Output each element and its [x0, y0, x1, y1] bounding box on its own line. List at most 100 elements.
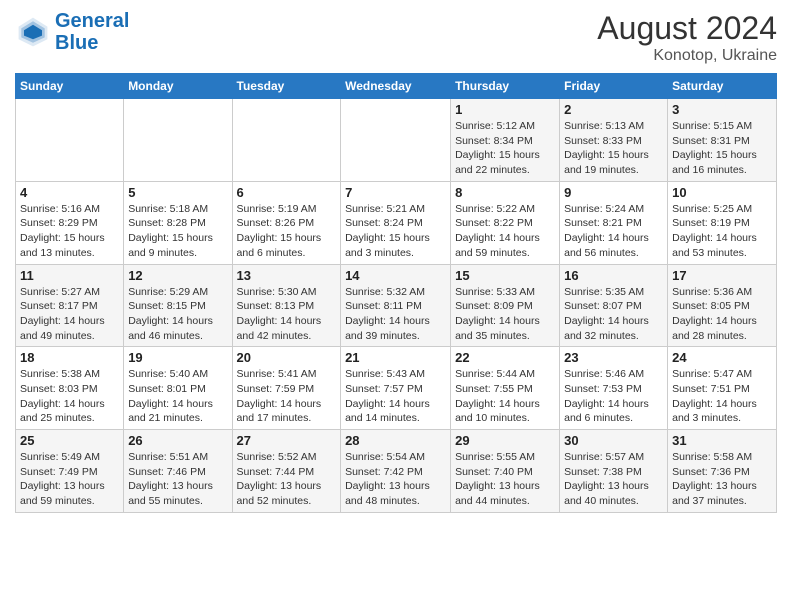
- calendar-cell: 20Sunrise: 5:41 AM Sunset: 7:59 PM Dayli…: [232, 347, 341, 430]
- day-number: 20: [237, 350, 337, 365]
- day-info: Sunrise: 5:55 AM Sunset: 7:40 PM Dayligh…: [455, 450, 555, 509]
- day-info: Sunrise: 5:57 AM Sunset: 7:38 PM Dayligh…: [564, 450, 663, 509]
- day-info: Sunrise: 5:47 AM Sunset: 7:51 PM Dayligh…: [672, 367, 772, 426]
- day-number: 8: [455, 185, 555, 200]
- day-info: Sunrise: 5:54 AM Sunset: 7:42 PM Dayligh…: [345, 450, 446, 509]
- day-info: Sunrise: 5:51 AM Sunset: 7:46 PM Dayligh…: [128, 450, 227, 509]
- week-row-3: 11 Sunrise: 5:27 AM Sunset: 8:17 PM Dayli…: [16, 264, 777, 347]
- calendar-cell: 7 Sunrise: 5:21 AM Sunset: 8:24 PM Daylig…: [341, 181, 451, 264]
- calendar-cell: 15Sunrise: 5:33 AM Sunset: 8:09 PM Dayli…: [451, 264, 560, 347]
- day-number: 25: [20, 433, 119, 448]
- day-info: Sunrise: 5:30 AM Sunset: 8:13 PM Dayligh…: [237, 285, 337, 344]
- day-info: Sunrise: 5:13 AM Sunset: 8:33 PM Dayligh…: [564, 119, 663, 178]
- calendar-cell: 2 Sunrise: 5:13 AM Sunset: 8:33 PM Daylig…: [560, 99, 668, 182]
- day-info: Sunrise: 5:33 AM Sunset: 8:09 PM Dayligh…: [455, 285, 555, 344]
- day-number: 27: [237, 433, 337, 448]
- day-info: Sunrise: 5:12 AM Sunset: 8:34 PM Dayligh…: [455, 119, 555, 178]
- calendar-cell: 22 Sunrise: 5:44 AM Sunset: 7:55 PM Dayli…: [451, 347, 560, 430]
- calendar-cell: 19 Sunrise: 5:40 AM Sunset: 8:01 PM Dayli…: [124, 347, 232, 430]
- week-row-1: 1 Sunrise: 5:12 AM Sunset: 8:34 PM Daylig…: [16, 99, 777, 182]
- day-number: 2: [564, 102, 663, 117]
- calendar-cell: 8 Sunrise: 5:22 AM Sunset: 8:22 PM Daylig…: [451, 181, 560, 264]
- calendar-cell: 5Sunrise: 5:18 AM Sunset: 8:28 PM Daylig…: [124, 181, 232, 264]
- week-row-4: 18Sunrise: 5:38 AM Sunset: 8:03 PM Dayli…: [16, 347, 777, 430]
- calendar-cell: 25 Sunrise: 5:49 AM Sunset: 7:49 PM Dayli…: [16, 430, 124, 513]
- title-block: August 2024 Konotop, Ukraine: [597, 10, 777, 65]
- week-row-5: 25 Sunrise: 5:49 AM Sunset: 7:49 PM Dayli…: [16, 430, 777, 513]
- day-info: Sunrise: 5:15 AM Sunset: 8:31 PM Dayligh…: [672, 119, 772, 178]
- calendar-cell: 27 Sunrise: 5:52 AM Sunset: 7:44 PM Dayli…: [232, 430, 341, 513]
- header-tuesday: Tuesday: [232, 74, 341, 99]
- day-number: 4: [20, 185, 119, 200]
- calendar-cell: [232, 99, 341, 182]
- calendar-cell: 13Sunrise: 5:30 AM Sunset: 8:13 PM Dayli…: [232, 264, 341, 347]
- calendar-cell: 30 Sunrise: 5:57 AM Sunset: 7:38 PM Dayli…: [560, 430, 668, 513]
- day-number: 16: [564, 268, 663, 283]
- calendar-cell: 6Sunrise: 5:19 AM Sunset: 8:26 PM Daylig…: [232, 181, 341, 264]
- day-info: Sunrise: 5:49 AM Sunset: 7:49 PM Dayligh…: [20, 450, 119, 509]
- calendar-cell: 21Sunrise: 5:43 AM Sunset: 7:57 PM Dayli…: [341, 347, 451, 430]
- calendar-cell: 31 Sunrise: 5:58 AM Sunset: 7:36 PM Dayli…: [668, 430, 777, 513]
- page-title: August 2024: [597, 10, 777, 47]
- day-number: 22: [455, 350, 555, 365]
- calendar-header-row: SundayMondayTuesdayWednesdayThursdayFrid…: [16, 74, 777, 99]
- calendar-cell: 1 Sunrise: 5:12 AM Sunset: 8:34 PM Daylig…: [451, 99, 560, 182]
- calendar-cell: 16 Sunrise: 5:35 AM Sunset: 8:07 PM Dayli…: [560, 264, 668, 347]
- day-info: Sunrise: 5:46 AM Sunset: 7:53 PM Dayligh…: [564, 367, 663, 426]
- day-number: 31: [672, 433, 772, 448]
- calendar-cell: 17 Sunrise: 5:36 AM Sunset: 8:05 PM Dayli…: [668, 264, 777, 347]
- calendar-cell: 26 Sunrise: 5:51 AM Sunset: 7:46 PM Dayli…: [124, 430, 232, 513]
- day-info: Sunrise: 5:29 AM Sunset: 8:15 PM Dayligh…: [128, 285, 227, 344]
- day-number: 10: [672, 185, 772, 200]
- day-number: 19: [128, 350, 227, 365]
- day-info: Sunrise: 5:44 AM Sunset: 7:55 PM Dayligh…: [455, 367, 555, 426]
- day-number: 28: [345, 433, 446, 448]
- day-info: Sunrise: 5:21 AM Sunset: 8:24 PM Dayligh…: [345, 202, 446, 261]
- calendar-cell: 14Sunrise: 5:32 AM Sunset: 8:11 PM Dayli…: [341, 264, 451, 347]
- day-info: Sunrise: 5:25 AM Sunset: 8:19 PM Dayligh…: [672, 202, 772, 261]
- day-number: 9: [564, 185, 663, 200]
- day-number: 11: [20, 268, 119, 283]
- header-sunday: Sunday: [16, 74, 124, 99]
- header-thursday: Thursday: [451, 74, 560, 99]
- logo: General Blue: [15, 10, 129, 54]
- calendar-cell: 3 Sunrise: 5:15 AM Sunset: 8:31 PM Daylig…: [668, 99, 777, 182]
- day-info: Sunrise: 5:52 AM Sunset: 7:44 PM Dayligh…: [237, 450, 337, 509]
- header-friday: Friday: [560, 74, 668, 99]
- header-saturday: Saturday: [668, 74, 777, 99]
- week-row-2: 4Sunrise: 5:16 AM Sunset: 8:29 PM Daylig…: [16, 181, 777, 264]
- day-info: Sunrise: 5:38 AM Sunset: 8:03 PM Dayligh…: [20, 367, 119, 426]
- logo-icon: [15, 14, 51, 50]
- day-info: Sunrise: 5:36 AM Sunset: 8:05 PM Dayligh…: [672, 285, 772, 344]
- calendar-table: SundayMondayTuesdayWednesdayThursdayFrid…: [15, 73, 777, 513]
- day-number: 30: [564, 433, 663, 448]
- day-number: 3: [672, 102, 772, 117]
- day-number: 7: [345, 185, 446, 200]
- logo-text: General Blue: [55, 10, 129, 54]
- day-number: 5: [128, 185, 227, 200]
- calendar-cell: 11 Sunrise: 5:27 AM Sunset: 8:17 PM Dayli…: [16, 264, 124, 347]
- day-info: Sunrise: 5:35 AM Sunset: 8:07 PM Dayligh…: [564, 285, 663, 344]
- day-number: 17: [672, 268, 772, 283]
- day-info: Sunrise: 5:58 AM Sunset: 7:36 PM Dayligh…: [672, 450, 772, 509]
- calendar-cell: 28 Sunrise: 5:54 AM Sunset: 7:42 PM Dayli…: [341, 430, 451, 513]
- page-subtitle: Konotop, Ukraine: [597, 47, 777, 65]
- calendar-cell: [124, 99, 232, 182]
- calendar-cell: 24Sunrise: 5:47 AM Sunset: 7:51 PM Dayli…: [668, 347, 777, 430]
- day-number: 29: [455, 433, 555, 448]
- calendar-cell: 18Sunrise: 5:38 AM Sunset: 8:03 PM Dayli…: [16, 347, 124, 430]
- header-monday: Monday: [124, 74, 232, 99]
- day-info: Sunrise: 5:22 AM Sunset: 8:22 PM Dayligh…: [455, 202, 555, 261]
- calendar-cell: [341, 99, 451, 182]
- day-number: 26: [128, 433, 227, 448]
- day-info: Sunrise: 5:40 AM Sunset: 8:01 PM Dayligh…: [128, 367, 227, 426]
- day-number: 14: [345, 268, 446, 283]
- calendar-cell: 29 Sunrise: 5:55 AM Sunset: 7:40 PM Dayli…: [451, 430, 560, 513]
- calendar-cell: 23Sunrise: 5:46 AM Sunset: 7:53 PM Dayli…: [560, 347, 668, 430]
- day-number: 1: [455, 102, 555, 117]
- page-header: General Blue August 2024 Konotop, Ukrain…: [15, 10, 777, 65]
- day-info: Sunrise: 5:27 AM Sunset: 8:17 PM Dayligh…: [20, 285, 119, 344]
- day-number: 21: [345, 350, 446, 365]
- day-info: Sunrise: 5:24 AM Sunset: 8:21 PM Dayligh…: [564, 202, 663, 261]
- day-number: 6: [237, 185, 337, 200]
